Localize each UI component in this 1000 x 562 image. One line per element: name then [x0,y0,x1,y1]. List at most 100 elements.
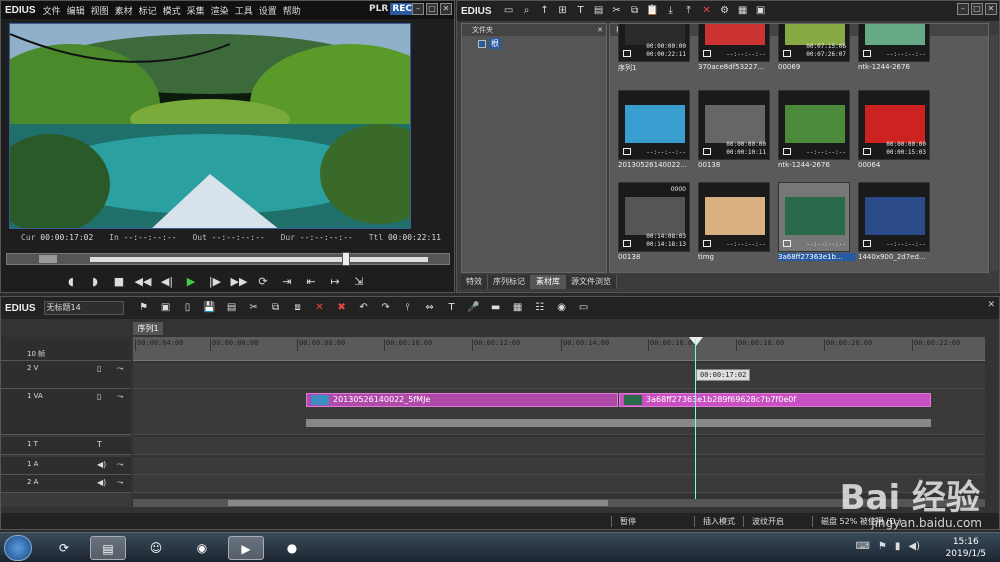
timeline-clip[interactable]: 20130526140022_5fMJe [306,393,618,407]
mic-icon[interactable]: 🎤 [466,301,482,315]
split-icon[interactable]: ⫯ [400,301,416,315]
volume-icon[interactable]: ◀) [908,541,920,552]
clip-thumbnail-item[interactable]: 00:00:00:00 00:00:15:03 00064 [858,90,930,172]
paste-icon[interactable]: ⧈ [290,301,306,315]
speaker-icon[interactable]: ◀) [97,478,106,487]
timeline-clip[interactable]: 3a68ff27363e1b289f69628c7b7f0e0f [619,393,931,407]
new-file-icon[interactable]: ▯ [180,301,196,315]
menu-clip[interactable]: 素材 [112,4,136,17]
position-bar[interactable] [90,257,428,262]
scroll-thumb[interactable] [228,500,608,506]
multicam-icon[interactable]: ▦ [510,301,526,315]
explorer-icon[interactable]: ▤ [90,536,126,560]
video-icon[interactable]: ▯ [97,392,101,401]
menu-settings[interactable]: 设置 [256,4,280,17]
delete-icon[interactable]: ✕ [312,301,328,315]
track-1va[interactable]: 20130526140022_5fMJe 3a68ff27363e1b289f6… [133,389,985,435]
clip-thumbnail-item[interactable]: 00:00:00:00 00:00:10:11 00138 [698,90,770,172]
menu-view[interactable]: 视图 [88,4,112,17]
bin-close-icon[interactable]: ✕ [985,3,997,15]
menu-capture[interactable]: 采集 [184,4,208,17]
maximize-icon[interactable]: □ [426,3,438,15]
bin-maximize-icon[interactable]: □ [971,3,983,15]
tab-sequence-markers[interactable]: 序列标记 [488,275,531,289]
set-in-icon[interactable]: ◖ [61,274,81,290]
rewind-icon[interactable]: ◀◀ [133,274,153,290]
next-frame-icon[interactable]: |▶ [205,274,225,290]
rec-button[interactable]: REC [390,3,414,15]
new-project-icon[interactable]: ▣ [158,301,174,315]
sync-track-icon[interactable]: ⤳ [117,460,123,470]
speaker-icon[interactable]: ◀) [97,460,106,469]
add-to-timeline-icon[interactable]: ⤓ [664,4,678,18]
player-scrubber[interactable] [6,252,450,266]
menu-edit[interactable]: 编辑 [64,4,88,17]
clock[interactable]: 15:16 2019/1/5 [946,536,986,560]
cut-icon[interactable]: ✂ [610,4,624,18]
video-icon[interactable]: ▯ [97,364,101,373]
tab-source-browser[interactable]: 源文件浏览 [566,275,617,289]
network-icon[interactable]: ▮ [895,541,901,552]
undo-icon[interactable]: ↶ [356,301,372,315]
view-mode-icon[interactable]: ▦ [736,4,750,18]
play-icon[interactable]: ▶ [181,274,201,290]
title-track-icon[interactable]: T [97,440,102,449]
clip-thumbnail-item[interactable]: --:--:--:-- 1440x900_2d7ed... [858,182,930,264]
text-icon[interactable]: T [574,4,588,18]
new-sequence-icon[interactable]: ▤ [224,301,240,315]
start-button[interactable] [4,535,32,561]
close-icon[interactable]: ✕ [440,3,452,15]
marker-icon[interactable]: ⇔ [422,301,438,315]
folder-close-icon[interactable]: ✕ [597,24,603,36]
tab-bin[interactable]: 素材库 [531,275,566,289]
match-frame-icon[interactable]: ↦ [325,274,345,290]
clip-thumbnail-item[interactable]: --:--:--:-- 370ace8df53227... [698,24,770,74]
clip-thumbnail-item[interactable]: 00:14:08:03 00:14:18:13 0000 00138 [618,182,690,264]
clip-thumbnail-item[interactable]: --:--:--:-- timg [698,182,770,264]
export-icon[interactable]: ⇲ [349,274,369,290]
mixer-icon[interactable]: ☷ [532,301,548,315]
timescale-select[interactable]: 10 帧 [27,349,45,359]
menu-marker[interactable]: 标记 [136,4,160,17]
render-icon[interactable]: ▬ [488,301,504,315]
menu-help[interactable]: 帮助 [280,4,304,17]
plr-button[interactable]: PLR [367,3,390,15]
overwrite-icon[interactable]: ⇤ [301,274,321,290]
keyboard-icon[interactable]: ⌨ [855,541,869,552]
settings-icon[interactable]: ▭ [576,301,592,315]
sync-track-icon[interactable]: ⤳ [117,392,123,402]
set-out-icon[interactable]: ◗ [85,274,105,290]
refresh-app-icon[interactable]: ⟳ [46,536,82,560]
title-icon[interactable]: T [444,301,460,315]
timeline-close-icon[interactable]: ✕ [987,300,995,310]
insert-icon[interactable]: ⇥ [277,274,297,290]
properties-icon[interactable]: ⚙ [718,4,732,18]
save-icon[interactable]: 💾 [202,301,218,315]
sync-icon[interactable]: ◉ [554,301,570,315]
time-ruler[interactable]: 00:00:04:00 00:00:06:00 00:00:08:00 00:0… [133,337,985,361]
clip-thumbnail-item[interactable]: 00:00:00:00 00:00:22:11 序列1 [618,24,690,74]
up-folder-icon[interactable]: ↑ [538,4,552,18]
clip-thumbnail-item[interactable]: --:--:--:-- 3a68ff27363e1b... [778,182,856,264]
paste-icon[interactable]: 📋 [646,4,660,18]
sync-track-icon[interactable]: ⤳ [117,364,123,374]
menu-tools[interactable]: 工具 [232,4,256,17]
copy-icon[interactable]: ⧉ [628,4,642,18]
track-2v[interactable] [133,363,985,389]
ripple-delete-icon[interactable]: ✖ [334,301,350,315]
bin-minimize-icon[interactable]: – [957,3,969,15]
minimize-icon[interactable]: – [412,3,424,15]
clip-thumbnail-item[interactable]: --:--:--:-- ntk-1244-2676 [858,24,930,74]
clip-thumbnail-item[interactable]: 00:07:15:06 00:07:26:07 00069 [778,24,850,74]
prev-frame-icon[interactable]: ◀| [157,274,177,290]
stop-icon[interactable]: ■ [109,274,129,290]
menu-mode[interactable]: 模式 [160,4,184,17]
search-icon[interactable]: ⌕ [520,4,534,18]
fast-forward-icon[interactable]: ▶▶ [229,274,249,290]
qq-icon[interactable]: ☺ [138,536,174,560]
add-clip-icon[interactable]: ⊞ [556,4,570,18]
position-slider[interactable] [342,252,350,266]
mode-icon[interactable]: ⚑ [136,301,152,315]
flag-icon[interactable]: ⚑ [878,541,887,552]
tab-effects[interactable]: 特效 [461,275,488,289]
